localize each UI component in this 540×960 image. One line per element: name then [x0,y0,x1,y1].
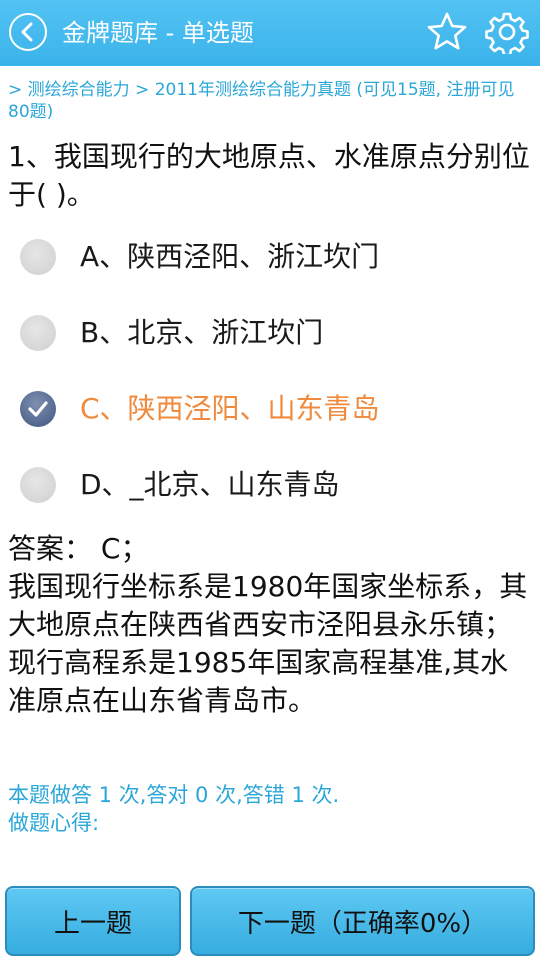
gear-icon [485,12,529,57]
attempt-stats: 本题做答 1 次,答对 0 次,答错 1 次. [8,783,340,807]
option-b[interactable]: B、北京、浙江坎门 [0,302,540,364]
checkmark-icon [28,401,48,417]
previous-question-button[interactable]: 上一题 [5,886,181,956]
option-d[interactable]: D、_北京、山东青岛 [0,454,540,516]
top-app-bar: 金牌题库 - 单选题 [0,0,540,66]
answer-line: 答案： C； [8,532,149,565]
question-text: 1、我国现行的大地原点、水准原点分别位于( )。 [8,140,530,211]
notes-label[interactable]: 做题心得: [8,809,533,837]
chevron-left-icon [21,22,33,42]
back-button[interactable] [9,13,47,51]
option-a[interactable]: A、陕西泾阳、浙江坎门 [0,226,540,288]
radio-unchecked-icon[interactable] [20,315,56,351]
answer-explanation: 我国现行坐标系是1980年国家坐标系，其大地原点在陕西省西安市泾阳县永乐镇；现行… [8,570,528,717]
option-c[interactable]: C、陕西泾阳、山东青岛 [0,378,540,440]
option-label: A、陕西泾阳、浙江坎门 [80,240,380,273]
settings-button[interactable] [485,10,529,57]
option-label: D、_北京、山东青岛 [80,468,340,501]
radio-checked-icon[interactable] [20,391,56,427]
next-question-button[interactable]: 下一题（正确率0%） [190,886,535,956]
star-outline-icon [427,12,467,50]
radio-unchecked-icon[interactable] [20,239,56,275]
page-title: 金牌题库 - 单选题 [62,19,254,47]
breadcrumb[interactable]: > 测绘综合能力 > 2011年测绘综合能力真题 (可见15题, 注册可见80题… [8,79,533,123]
answer-section: 答案： C； 我国现行坐标系是1980年国家坐标系，其大地原点在陕西省西安市泾阳… [8,530,536,720]
favorite-button[interactable] [425,10,469,54]
option-label: B、北京、浙江坎门 [80,316,324,349]
option-label: C、陕西泾阳、山东青岛 [80,392,380,425]
radio-unchecked-icon[interactable] [20,467,56,503]
stats-section: 本题做答 1 次,答对 0 次,答错 1 次. 做题心得: [8,781,533,837]
